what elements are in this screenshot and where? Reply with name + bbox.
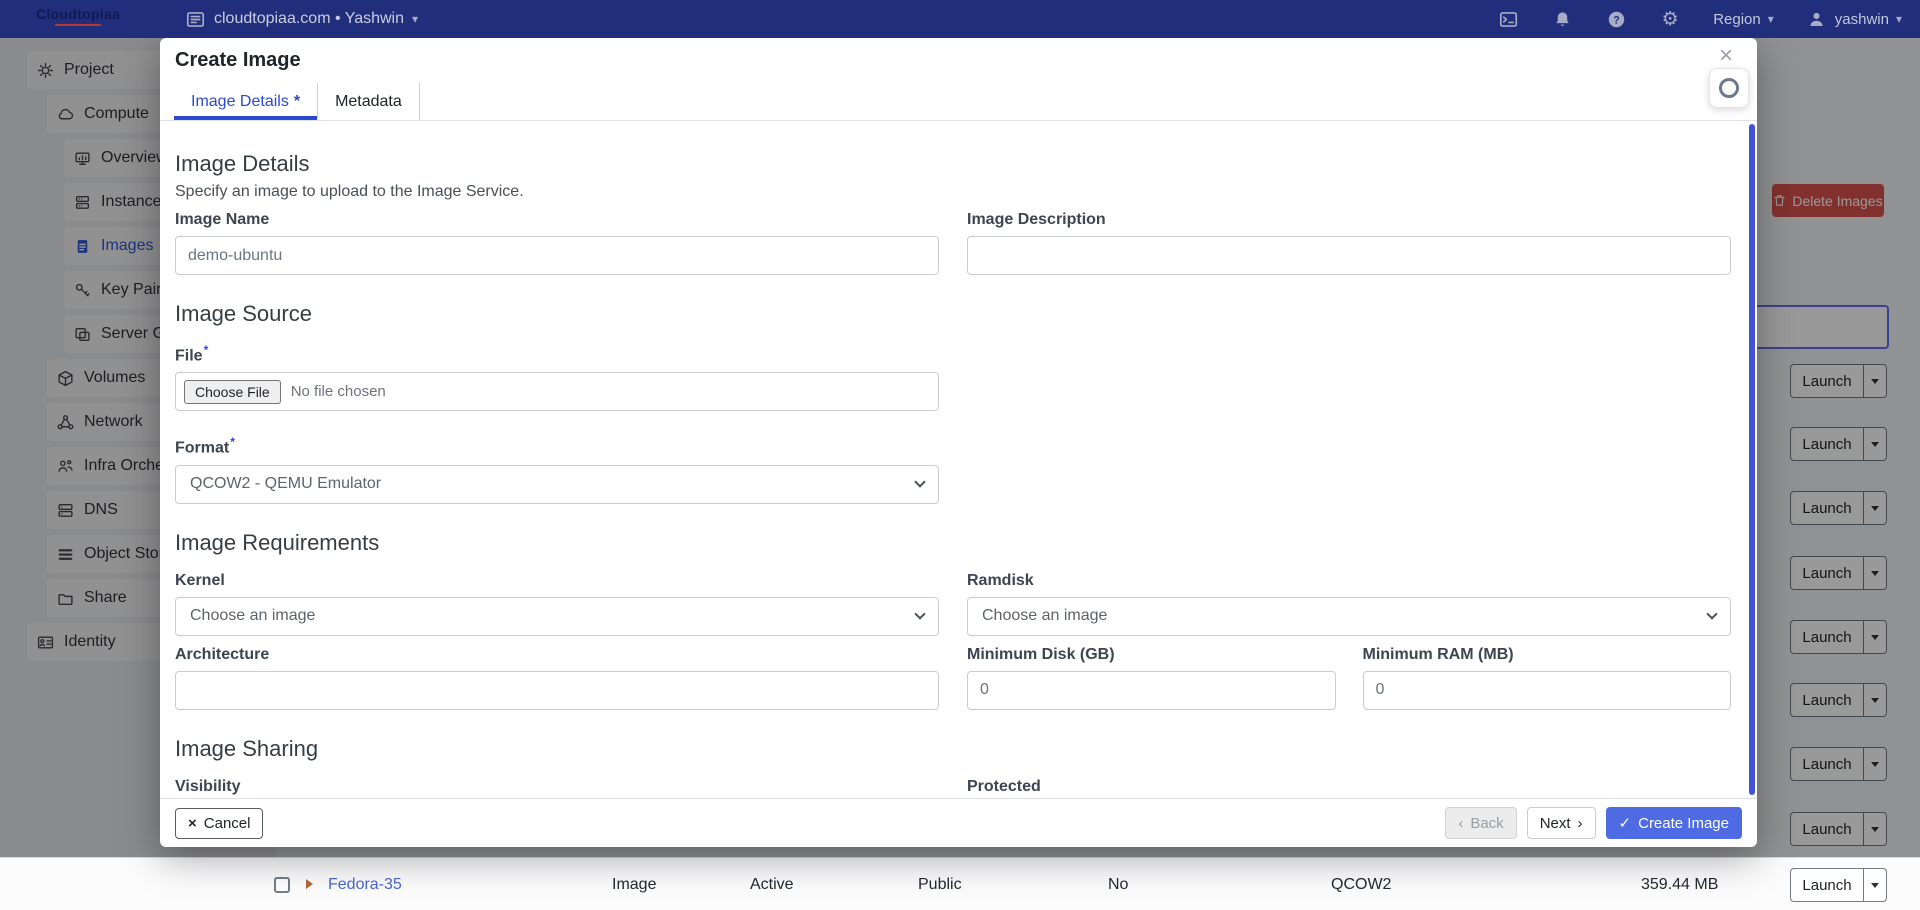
region-menu[interactable]: Region ▾ xyxy=(1713,11,1774,28)
close-icon[interactable]: × xyxy=(1719,44,1733,68)
min-disk-input[interactable] xyxy=(967,671,1336,710)
tab-metadata[interactable]: Metadata xyxy=(318,83,420,120)
svg-text:?: ? xyxy=(1613,14,1620,26)
cell-protected: No xyxy=(1108,858,1128,910)
back-button[interactable]: ‹ Back xyxy=(1445,807,1516,839)
caret-down-icon xyxy=(1871,883,1879,888)
cancel-button[interactable]: × Cancel xyxy=(175,808,263,839)
next-button[interactable]: Next › xyxy=(1527,807,1596,839)
caret-down-icon: ▾ xyxy=(1896,13,1902,25)
create-image-modal: Create Image × Image Details * Metadata … xyxy=(160,38,1757,847)
file-input[interactable]: Choose File No file chosen xyxy=(175,372,939,411)
cell-status: Active xyxy=(750,858,794,910)
topbar-actions: ? ⚙ Region ▾ yashwin ▾ xyxy=(1497,0,1902,38)
brand-logo[interactable]: Cloudtopiaa xyxy=(36,6,120,26)
project-switcher[interactable]: cloudtopiaa.com • Yashwin ▾ xyxy=(184,0,418,38)
section-heading-image-details: Image Details xyxy=(175,151,1731,177)
create-image-button[interactable]: ✓ Create Image xyxy=(1606,807,1742,839)
required-mark: * xyxy=(204,343,209,357)
settings-gear-icon[interactable]: ⚙ xyxy=(1659,8,1681,30)
kernel-label: Kernel xyxy=(175,572,939,590)
image-description-label: Image Description xyxy=(967,211,1731,229)
min-ram-label: Minimum RAM (MB) xyxy=(1363,646,1732,664)
modal-body: Image Details Specify an image to upload… xyxy=(160,122,1747,798)
notifications-bell-icon[interactable] xyxy=(1551,8,1573,30)
section-heading-image-sharing: Image Sharing xyxy=(175,736,1731,762)
architecture-input[interactable] xyxy=(175,671,939,710)
kernel-selected-value: Choose an image xyxy=(190,607,315,625)
min-ram-input[interactable] xyxy=(1363,671,1732,710)
x-icon: × xyxy=(188,815,197,832)
chevron-down-icon xyxy=(1706,608,1717,619)
image-description-input[interactable] xyxy=(967,236,1731,275)
modal-tabbar: Image Details * Metadata xyxy=(160,83,1757,121)
visibility-label: Visibility xyxy=(175,778,939,796)
choose-file-button[interactable]: Choose File xyxy=(184,380,281,404)
region-label: Region xyxy=(1713,11,1761,28)
section-subtitle: Specify an image to upload to the Image … xyxy=(175,183,1731,201)
tab-image-details[interactable]: Image Details * xyxy=(174,83,318,120)
user-avatar-icon xyxy=(1806,8,1828,30)
modal-title: Create Image xyxy=(175,49,301,72)
caret-down-icon: ▾ xyxy=(1768,13,1774,25)
image-name-label: Image Name xyxy=(175,211,939,229)
required-mark: * xyxy=(294,93,300,111)
cell-visibility: Public xyxy=(918,858,962,910)
launch-action[interactable]: Launch xyxy=(1790,868,1863,902)
section-heading-image-requirements: Image Requirements xyxy=(175,530,1731,556)
chevron-right-icon: › xyxy=(1578,815,1583,832)
project-switcher-label: cloudtopiaa.com • Yashwin xyxy=(214,10,404,28)
chevron-down-icon xyxy=(914,476,925,487)
table-row: Fedora-35 Image Active Public No QCOW2 3… xyxy=(0,857,1920,910)
row-expand-chevron-icon[interactable] xyxy=(306,879,313,889)
min-disk-label: Minimum Disk (GB) xyxy=(967,646,1336,664)
project-board-icon xyxy=(184,8,206,30)
user-name: yashwin xyxy=(1835,11,1889,28)
cell-size: 359.44 MB xyxy=(1641,858,1718,910)
modal-footer: × Cancel ‹ Back Next › ✓ Create Image xyxy=(160,798,1757,847)
ramdisk-label: Ramdisk xyxy=(967,572,1731,590)
image-name-input[interactable] xyxy=(175,236,939,275)
modal-scrollbar[interactable] xyxy=(1749,124,1755,795)
app: Cloudtopiaa cloudtopiaa.com • Yashwin ▾ … xyxy=(0,0,1920,910)
ramdisk-select[interactable]: Choose an image xyxy=(967,597,1731,636)
launch-button: Launch xyxy=(1790,868,1887,902)
architecture-label: Architecture xyxy=(175,646,939,664)
section-heading-image-source: Image Source xyxy=(175,301,1731,327)
topbar: Cloudtopiaa cloudtopiaa.com • Yashwin ▾ … xyxy=(0,0,1920,38)
user-menu[interactable]: yashwin ▾ xyxy=(1806,8,1902,30)
chevron-down-icon xyxy=(914,608,925,619)
row-checkbox[interactable] xyxy=(274,877,290,893)
protected-label: Protected xyxy=(967,778,1731,796)
file-label: File* xyxy=(175,343,939,365)
cell-disk-format: QCOW2 xyxy=(1331,858,1391,910)
console-icon[interactable] xyxy=(1497,8,1519,30)
caret-down-icon: ▾ xyxy=(412,13,418,25)
scroll-widget[interactable] xyxy=(1709,68,1749,108)
chevron-left-icon: ‹ xyxy=(1458,815,1463,832)
required-mark: * xyxy=(230,435,235,449)
cell-type: Image xyxy=(612,858,656,910)
no-file-chosen-text: No file chosen xyxy=(291,383,386,400)
launch-dropdown-toggle[interactable] xyxy=(1863,868,1887,902)
check-icon: ✓ xyxy=(1619,814,1632,832)
format-label: Format* xyxy=(175,435,939,457)
kernel-select[interactable]: Choose an image xyxy=(175,597,939,636)
ramdisk-selected-value: Choose an image xyxy=(982,607,1107,625)
spinner-ring-icon xyxy=(1719,78,1739,98)
format-select[interactable]: QCOW2 - QEMU Emulator xyxy=(175,465,939,504)
brand-name: Cloudtopiaa xyxy=(36,6,120,22)
help-icon[interactable]: ? xyxy=(1605,8,1627,30)
cell-image-name[interactable]: Fedora-35 xyxy=(328,858,402,910)
format-selected-value: QCOW2 - QEMU Emulator xyxy=(190,475,381,493)
brand-tagline-bar xyxy=(55,24,101,26)
